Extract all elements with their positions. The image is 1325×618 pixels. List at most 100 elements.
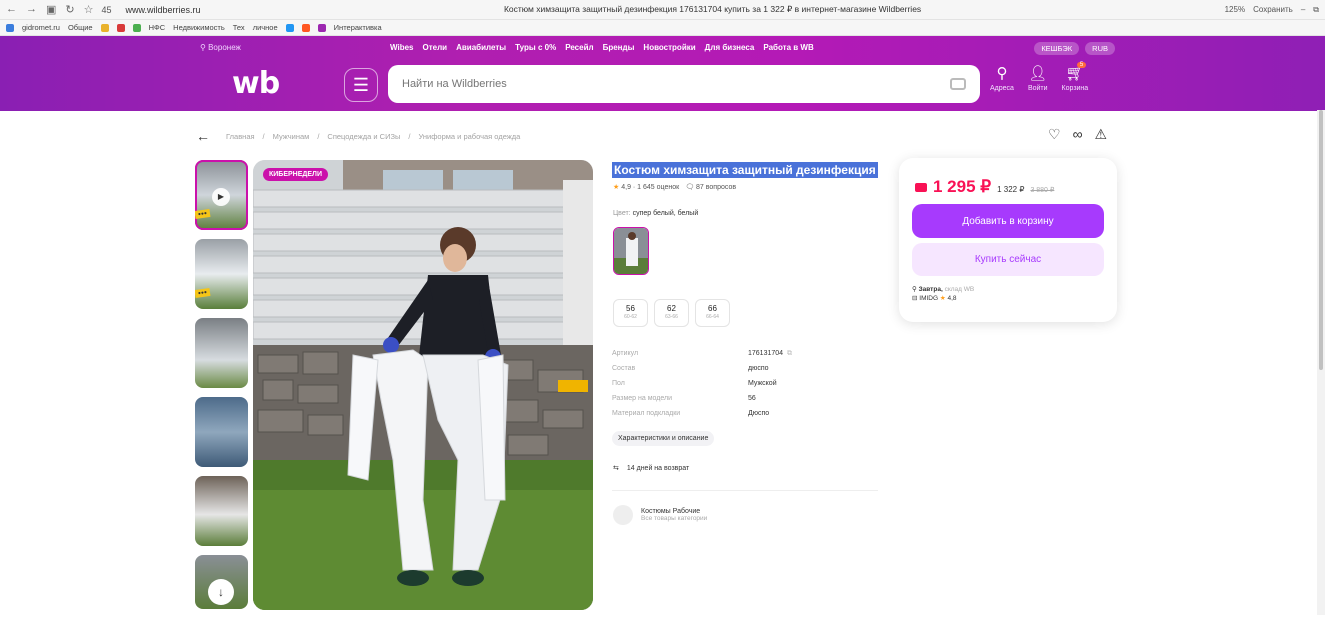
page-scrollbar[interactable]: [1317, 110, 1325, 615]
compare-icon[interactable]: ∞: [1073, 126, 1083, 143]
breadcrumb-separator: /: [317, 131, 320, 141]
spec-value[interactable]: 176131704: [748, 350, 783, 357]
spec-value: Дюспо: [748, 410, 770, 417]
nav-link[interactable]: Авиабилеты: [456, 43, 506, 52]
tabs-icon[interactable]: ▣: [46, 3, 56, 16]
product-main-image[interactable]: КИБЕРНЕДЕЛИ: [253, 160, 593, 610]
thumbnail-image[interactable]: ↓: [195, 555, 248, 609]
delivery-place: склад WB: [944, 286, 975, 293]
currency-pill[interactable]: RUB: [1085, 42, 1115, 55]
breadcrumb-item[interactable]: Мужчинам: [273, 132, 310, 141]
reload-icon[interactable]: ↻: [65, 3, 74, 16]
cashback-pill[interactable]: КЕШБЭК: [1034, 42, 1080, 55]
size-option[interactable]: 66 66-64: [695, 299, 730, 327]
chat-icon: 🗨︎: [685, 184, 695, 191]
bookmark-item[interactable]: Тех: [233, 23, 245, 32]
bookmark-item[interactable]: Недвижимость: [173, 23, 225, 32]
seller-row[interactable]: ⊟ IMIDG ★ 4,8: [912, 294, 974, 303]
report-icon[interactable]: ⚠︎: [1095, 126, 1108, 143]
color-value: супер белый, белый: [632, 210, 699, 217]
rating-row: ★ 4,9 · 1 645 оценок 🗨︎ 87 вопросов: [613, 183, 736, 191]
addresses-button[interactable]: ⚲ Адреса: [990, 65, 1014, 93]
city-selector[interactable]: ⚲ Воронеж: [200, 43, 390, 52]
breadcrumb-item[interactable]: Главная: [226, 132, 255, 141]
save-button[interactable]: Сохранить: [1253, 5, 1293, 14]
buy-now-button[interactable]: Купить сейчас: [912, 243, 1104, 276]
bookmark-star-icon[interactable]: ☆: [84, 3, 94, 16]
cart-button[interactable]: 🛒︎ 5 Корзина: [1062, 62, 1088, 92]
bookmark-icon: [132, 23, 141, 32]
bookmark-icon: [301, 23, 310, 32]
size-range: 60-62: [624, 314, 637, 320]
scroll-down-icon[interactable]: ↓: [208, 579, 234, 605]
thumbnail-image[interactable]: [195, 318, 248, 388]
add-to-cart-button[interactable]: Добавить в корзину: [912, 204, 1104, 238]
location-icon: ⚲: [996, 65, 1008, 82]
bookmark-item[interactable]: Интерактивка: [334, 23, 382, 32]
thumbnail-video[interactable]: ▶ ●●●: [195, 160, 248, 230]
rating[interactable]: ★ 4,9 · 1 645 оценок: [613, 183, 679, 191]
spec-key: Пол: [612, 380, 625, 387]
size-option[interactable]: 56 60-62: [613, 299, 648, 327]
address-bar[interactable]: www.wildberries.ru: [126, 5, 201, 15]
brand-link[interactable]: Костюмы Рабочие Все товары категории: [613, 505, 707, 525]
scrollbar-thumb[interactable]: [1319, 110, 1323, 370]
size-range: 63-66: [665, 314, 678, 320]
nav-link[interactable]: Туры с 0%: [515, 43, 556, 52]
gallery-thumbnails: ▶ ●●● ●●● ↓: [195, 160, 248, 618]
breadcrumb-separator: /: [262, 131, 265, 141]
spec-row: Состав дюспо: [612, 361, 792, 376]
thumbnail-image[interactable]: ●●●: [195, 239, 248, 309]
returns-info: ⇆ 14 дней на возврат: [613, 464, 689, 473]
nav-link[interactable]: Wibes: [390, 43, 414, 52]
seller-rating: 4,8: [947, 295, 957, 302]
questions-link[interactable]: 🗨︎ 87 вопросов: [685, 183, 736, 191]
camera-icon[interactable]: [950, 78, 966, 90]
header-nav: Wibes Отели Авиабилеты Туры с 0% Ресейл …: [390, 43, 814, 52]
buy-card: 1 295 ₽ 1 322 ₽ 3 880 ₽ Добавить в корзи…: [899, 158, 1117, 322]
delivery-row: ⚲ Завтра, склад WB: [912, 285, 974, 294]
color-swatch[interactable]: [613, 227, 649, 275]
zoom-percent[interactable]: 125%: [1225, 5, 1245, 14]
size-option[interactable]: 62 63-66: [654, 299, 689, 327]
back-icon[interactable]: ←: [6, 3, 17, 16]
nav-link[interactable]: Новостройки: [643, 43, 695, 52]
maximize-icon[interactable]: ⧉: [1313, 5, 1319, 15]
size-value: 62: [667, 304, 676, 313]
bookmark-icon: [285, 23, 294, 32]
search-bar: [388, 65, 980, 103]
brand-subtitle: Все товары категории: [641, 515, 708, 522]
bookmark-icon: [317, 23, 326, 32]
play-icon: ▶: [212, 188, 230, 206]
nav-link[interactable]: Для бизнеса: [705, 43, 755, 52]
nav-link[interactable]: Работа в WB: [763, 43, 813, 52]
action-label: Войти: [1027, 85, 1048, 92]
forward-icon[interactable]: →: [26, 3, 37, 16]
nav-link[interactable]: Отели: [423, 43, 448, 52]
product-top-actions: ♡ ∞ ⚠︎: [1048, 126, 1107, 143]
color-label: Цвет: супер белый, белый: [613, 210, 698, 217]
back-arrow-icon[interactable]: ←: [196, 128, 210, 144]
nav-link[interactable]: Бренды: [603, 43, 635, 52]
heart-icon[interactable]: ♡: [1048, 126, 1061, 143]
breadcrumb-item[interactable]: Спецодежда и СИЗы: [327, 132, 400, 141]
thumbnail-image[interactable]: [195, 397, 248, 467]
wb-logo[interactable]: wb: [232, 66, 280, 101]
characteristics-button[interactable]: Характеристики и описание: [612, 431, 715, 446]
breadcrumb-item[interactable]: Униформа и рабочая одежда: [418, 132, 520, 141]
copy-icon[interactable]: ⧉: [787, 350, 792, 358]
bookmark-icon: [6, 23, 14, 32]
thumbnail-image[interactable]: [195, 476, 248, 546]
minimize-icon[interactable]: –: [1301, 5, 1305, 14]
bookmark-item[interactable]: Общие: [68, 23, 93, 32]
login-button[interactable]: 👤︎ Войти: [1027, 66, 1048, 93]
spec-value: дюспо: [748, 365, 769, 372]
bookmark-item[interactable]: личное: [253, 23, 278, 32]
bookmark-item[interactable]: НФС: [149, 23, 166, 32]
bookmark-item[interactable]: gidromet.ru: [22, 23, 60, 32]
wallet-icon: [915, 183, 927, 192]
menu-button[interactable]: ☰: [344, 68, 378, 102]
price-without-wallet: 1 322 ₽: [997, 185, 1025, 194]
search-input[interactable]: [402, 78, 950, 90]
nav-link[interactable]: Ресейл: [565, 43, 593, 52]
